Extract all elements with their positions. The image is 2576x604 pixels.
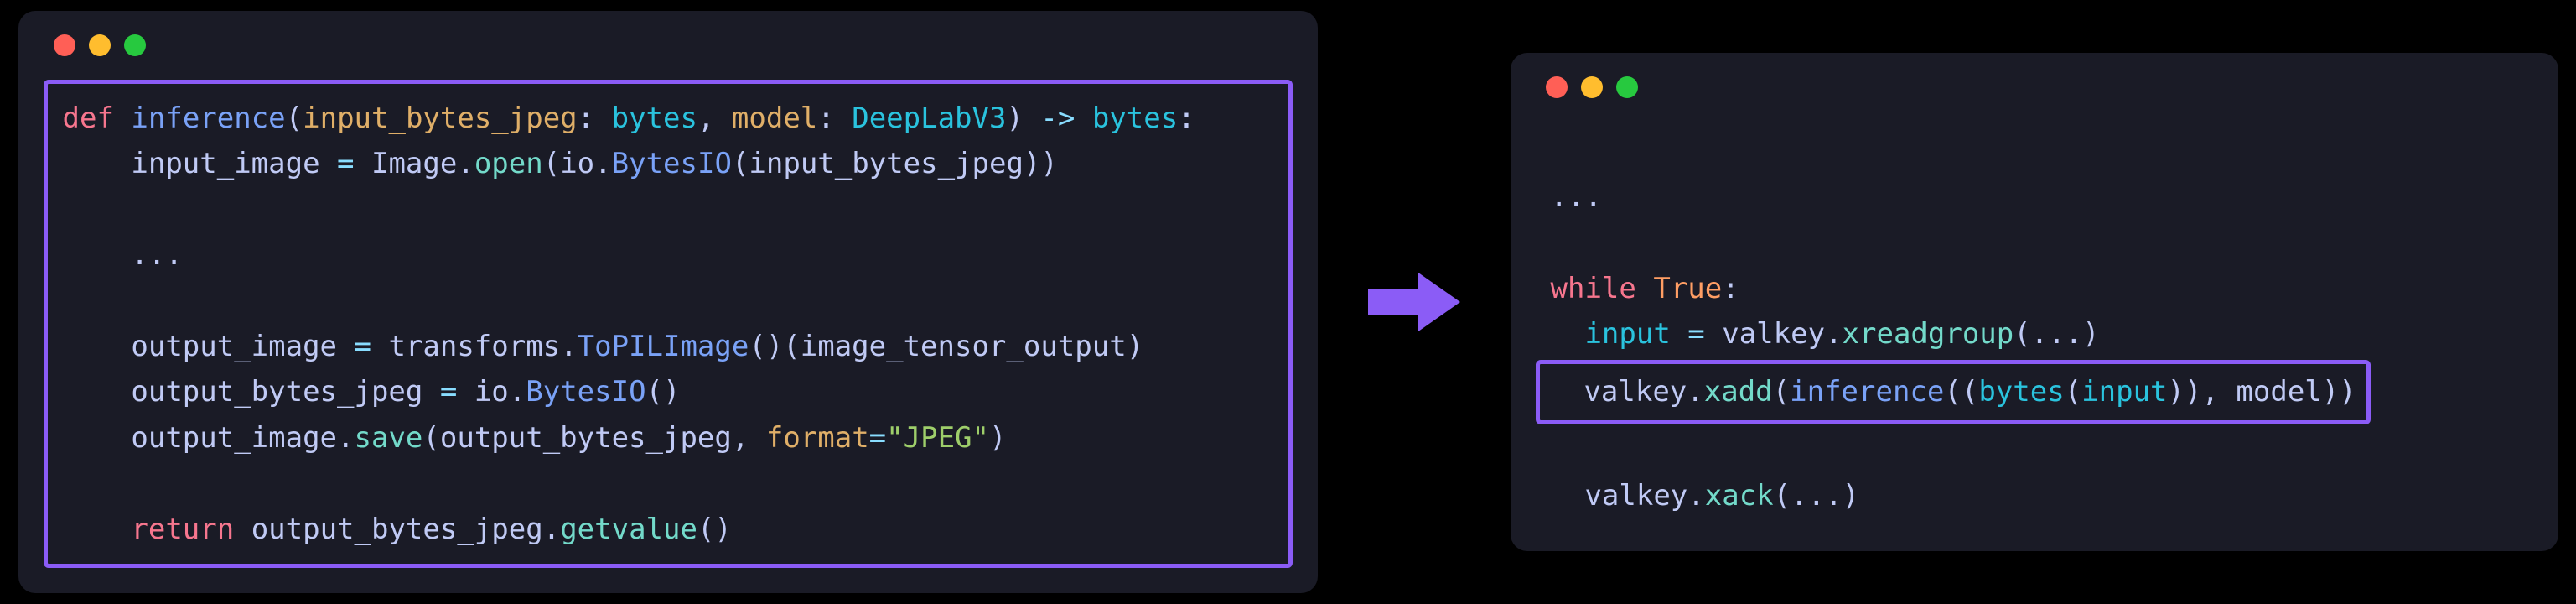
inference-function-code: def inference(input_bytes_jpeg: bytes, m…	[44, 80, 1293, 568]
ellipsis: ...	[63, 238, 183, 272]
consumer-loop-code: ... while True: input = valkey.xreadgrou…	[1536, 122, 2533, 525]
minimize-icon[interactable]	[1581, 76, 1603, 98]
maximize-icon[interactable]	[1616, 76, 1638, 98]
window-controls-left	[44, 28, 1293, 56]
code-window-right: ... while True: input = valkey.xreadgrou…	[1511, 53, 2558, 550]
close-icon[interactable]	[54, 34, 75, 56]
keyword-def: def	[63, 102, 114, 135]
arrow-right-icon	[1368, 273, 1460, 331]
ellipsis: ...	[1551, 180, 1602, 214]
xadd-highlighted-line: valkey.xadd(inference((bytes(input)), mo…	[1536, 360, 2371, 424]
code-window-left: def inference(input_bytes_jpeg: bytes, m…	[18, 11, 1318, 593]
minimize-icon[interactable]	[89, 34, 111, 56]
function-name: inference	[131, 102, 285, 135]
window-controls-right	[1536, 70, 2533, 98]
close-icon[interactable]	[1546, 76, 1568, 98]
maximize-icon[interactable]	[124, 34, 146, 56]
